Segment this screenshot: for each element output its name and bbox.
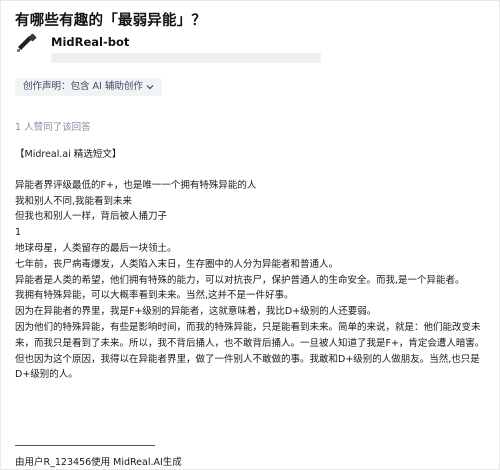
answer-paragraph: 我和别人不同,我能看到未来 — [15, 195, 133, 207]
answer-paragraph: 异能者是人类的希望，他们拥有特殊的能力，可以对抗丧尸，保护普通人的生命安全。而我… — [15, 274, 465, 286]
answer-tag: 【Midreal.ai 精选短文】 — [15, 149, 122, 160]
answer-paragraph: 我拥有特殊异能，可以大概率看到未来。当然,这并不是一件好事。 — [15, 290, 294, 302]
ai-declaration-tag[interactable]: 创作声明：包含 AI 辅助创作 — [15, 78, 162, 96]
upvote-count[interactable]: 1 人赞同了该回答 — [15, 119, 91, 133]
answer-page: 有哪些有趣的「最弱异能」？ MidReal-bot 创作声明：包含 AI 辅助创… — [0, 0, 500, 470]
answer-paragraph: 因为他们的特殊异能，有些是影响时间，而我的特殊异能，只是能看到未来。简单的来说，… — [15, 321, 485, 349]
author-headline-placeholder — [51, 53, 321, 63]
answer-paragraph: 地球母星，人类留存的最后一块领土。 — [15, 242, 177, 254]
author-name[interactable]: MidReal-bot — [51, 35, 129, 49]
answer-paragraph: 异能者界评级最低的F+，也是唯一一个拥有特殊异能的人 — [15, 179, 257, 191]
footer-divider — [15, 445, 155, 446]
author-row: MidReal-bot — [15, 31, 485, 65]
generation-note: 由用户R_123456使用 MidReal.AI生成 — [15, 457, 182, 468]
answer-paragraph: 但我也和别人一样，背后被人捅刀子 — [15, 211, 168, 223]
avatar[interactable] — [15, 33, 37, 55]
answer-paragraph: 但也因为这个原因，我得以在异能者界里，做了一件别人不敢做的事。我敢和D+级别的人… — [15, 353, 480, 381]
midreal-logo-icon — [17, 33, 37, 52]
question-title[interactable]: 有哪些有趣的「最弱异能」？ — [15, 9, 206, 30]
answer-paragraph: 七年前，丧尸病毒爆发，人类陷入末日，生存圈中的人分为异能者和普通人。 — [15, 258, 339, 270]
chevron-down-icon — [146, 85, 154, 90]
ai-declaration-label: 创作声明：包含 AI 辅助创作 — [23, 81, 143, 92]
answer-paragraph: 因为在异能者的界里，我是F+级别的异能者，这就意味着，我比D+级别的人还要弱。 — [15, 306, 377, 318]
answer-content: 【Midreal.ai 精选短文】 异能者界评级最低的F+，也是唯一一个拥有特殊… — [15, 147, 491, 383]
answer-paragraph: 1 — [15, 227, 22, 239]
